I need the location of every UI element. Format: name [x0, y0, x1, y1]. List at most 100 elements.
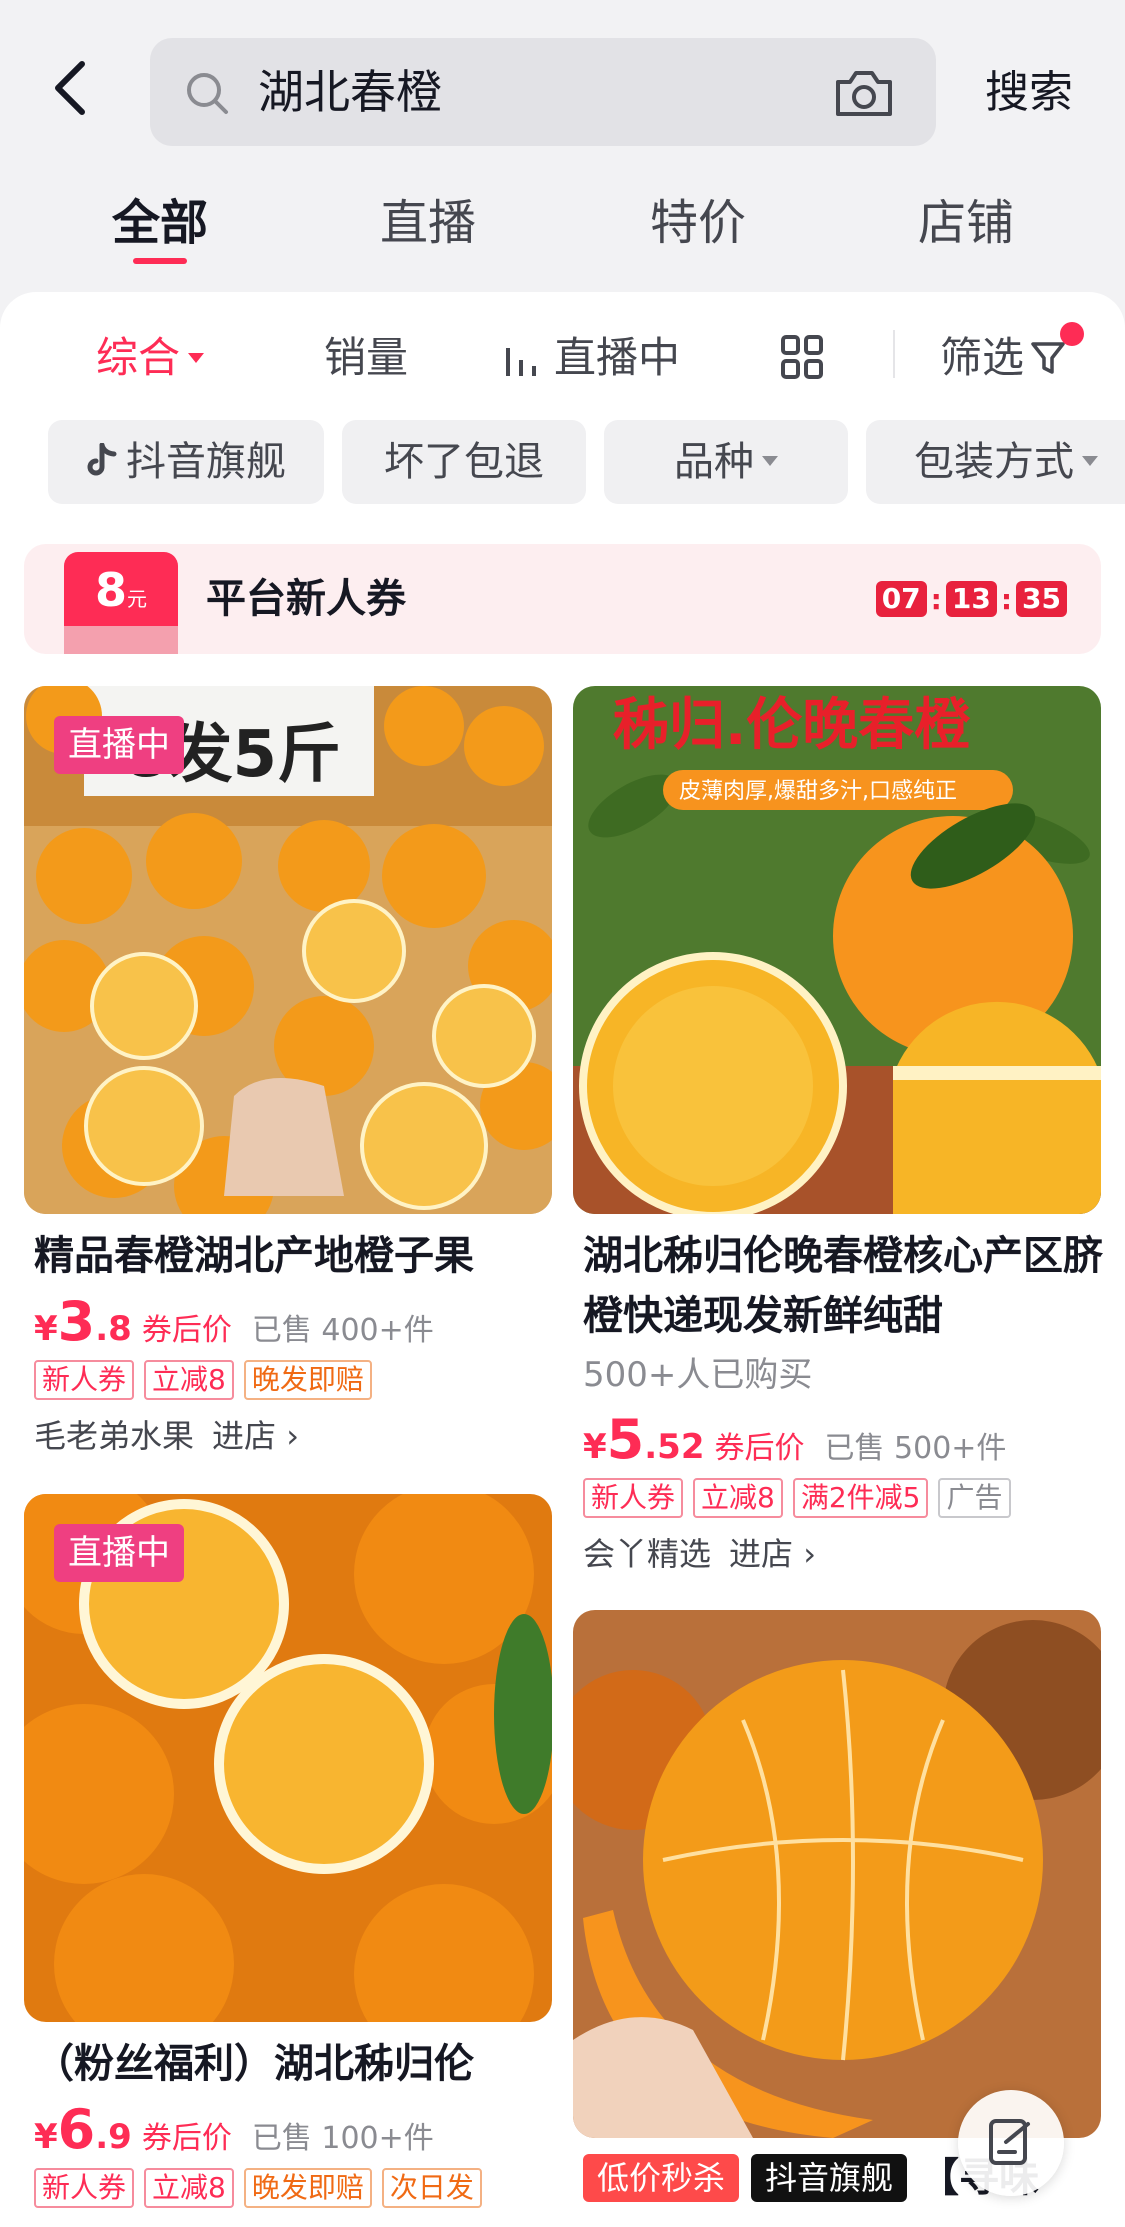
live-bars-icon	[506, 347, 536, 376]
price-note: 券后价	[141, 2121, 232, 2156]
product-photo-peeled-orange	[573, 1610, 1101, 2138]
new-user-coupon-banner[interactable]: 8元 平台新人券 07 : 13 : 35	[24, 544, 1101, 654]
sort-comprehensive-label: 综合	[96, 333, 181, 382]
price-decimal: .52	[644, 1427, 705, 1467]
product-image[interactable]: 8发5斤 直播中	[24, 686, 552, 1214]
countdown-seconds: 35	[1016, 581, 1067, 617]
tab-special-price[interactable]: 特价	[618, 190, 778, 256]
tab-shops[interactable]: 店铺	[886, 190, 1046, 256]
shop-row[interactable]: 会丫精选 进店 ›	[583, 1530, 816, 1578]
promo-flash-sale: 低价秒杀	[583, 2154, 740, 2202]
sort-live-label: 直播中	[554, 333, 681, 382]
filter-icon[interactable]	[1030, 340, 1066, 376]
sold-count: 已售 500+件	[824, 1431, 1007, 1466]
coupon-unit: 元	[127, 587, 147, 611]
sold-count: 已售 400+件	[251, 1313, 434, 1348]
price-decimal: .8	[95, 1309, 132, 1349]
product-card-2[interactable]: 秭归.伦晚春橙 皮薄肉厚,爆甜多汁,口感纯正 湖北秭归伦晚春橙核心产区脐橙快递现…	[573, 686, 1103, 1586]
sold-count: 已售 100+件	[251, 2121, 434, 2156]
product-card-1[interactable]: 8发5斤 直播中 精品春橙湖北产地橙子果 ¥3.8 券后价 已售 400+件 新人券…	[24, 686, 554, 1466]
grid-view-icon[interactable]	[780, 334, 824, 380]
badge-discount: 立减8	[144, 1360, 234, 1400]
chevron-left-icon	[55, 61, 85, 115]
notification-dot	[1060, 322, 1084, 346]
price-integer: 6	[57, 2098, 96, 2161]
caret-down-icon	[762, 456, 778, 466]
badge-new-user: 新人券	[583, 1478, 684, 1518]
category-tabs: 全部 直播 特价 店铺	[0, 180, 1125, 280]
product-image[interactable]: 秭归.伦晚春橙 皮薄肉厚,爆甜多汁,口感纯正	[573, 686, 1101, 1214]
price-currency: ¥	[34, 2117, 58, 2157]
badge-bundle-discount: 满2件减5	[792, 1478, 929, 1518]
douyin-logo-icon	[87, 443, 117, 476]
product-title: 湖北秭归伦晚春橙核心产区脐橙快递现发新鲜纯甜	[583, 1233, 1103, 1339]
product-title: 精品春橙湖北产地橙子果	[34, 1233, 474, 1279]
promo-douyin-flagship: 抖音旗舰	[751, 2154, 908, 2202]
product-card-3[interactable]: 直播中 （粉丝福利）湖北秭归伦 ¥6.9 券后价 已售 100+件 新人券 立减8 …	[24, 1494, 554, 2227]
price-note: 券后价	[141, 1313, 232, 1348]
price-note: 券后价	[714, 1431, 805, 1466]
filter-button[interactable]: 筛选	[940, 328, 1024, 388]
product-photo-orange-halves: 秭归.伦晚春橙 皮薄肉厚,爆甜多汁,口感纯正	[573, 686, 1101, 1214]
sort-divider	[893, 330, 895, 378]
price-integer: 5	[606, 1408, 645, 1471]
product-badges: 新人券 立减8 晚发即赔	[34, 1360, 382, 1402]
product-image[interactable]	[573, 1610, 1101, 2138]
shop-name: 毛老弟水果	[34, 1417, 195, 1455]
sort-sales[interactable]: 销量	[324, 328, 408, 388]
badge-new-user: 新人券	[34, 2168, 135, 2208]
badge-discount: 立减8	[693, 1478, 783, 1518]
sort-comprehensive[interactable]: 综合	[96, 328, 205, 388]
chip-variety[interactable]: 品种	[604, 420, 848, 504]
chip-packaging[interactable]: 包装方式	[866, 420, 1125, 504]
live-badge: 直播中	[54, 1524, 184, 1582]
coupon-amount: 8	[94, 563, 127, 617]
filter-chips: 抖音旗舰 坏了包退 品种 包装方式	[0, 420, 1125, 506]
chip-packaging-label: 包装方式	[914, 439, 1074, 485]
chip-douyin-flagship-label: 抖音旗舰	[126, 439, 286, 485]
tab-all[interactable]: 全部	[80, 190, 240, 256]
product-badges: 新人券 立减8 满2件减5 广告	[583, 1478, 1021, 1520]
countdown-separator: :	[1000, 582, 1013, 616]
price-row: ¥5.52 券后价 已售 500+件	[583, 1408, 1007, 1471]
coupon-countdown: 07 : 13 : 35	[875, 578, 1067, 620]
enter-shop-link[interactable]: 进店 ›	[212, 1417, 299, 1455]
badge-ad: 广告	[938, 1478, 1011, 1518]
camera-icon[interactable]	[832, 66, 896, 120]
search-button[interactable]: 搜索	[985, 62, 1073, 124]
badge-new-user: 新人券	[34, 1360, 135, 1400]
chip-bad-refund[interactable]: 坏了包退	[342, 420, 586, 504]
price-row: ¥6.9 券后价 已售 100+件	[34, 2098, 434, 2161]
countdown-minutes: 13	[945, 581, 997, 617]
countdown-hours: 07	[875, 581, 927, 617]
sort-live[interactable]: 直播中	[504, 328, 680, 388]
sort-bar: 综合 销量 直播中 筛选	[0, 292, 1125, 422]
product-photo-title-text: 秭归.伦晚春橙	[613, 693, 971, 758]
search-header: 湖北春橙 搜索	[0, 0, 1125, 160]
search-query-text: 湖北春橙	[258, 65, 442, 119]
caret-down-icon	[1082, 456, 1098, 466]
active-tab-indicator	[133, 258, 187, 264]
price-currency: ¥	[583, 1427, 607, 1467]
product-image[interactable]: 直播中	[24, 1494, 552, 2022]
chip-variety-label: 品种	[674, 439, 754, 485]
search-input[interactable]: 湖北春橙	[150, 38, 936, 146]
enter-shop-link[interactable]: 进店 ›	[729, 1535, 816, 1573]
back-button[interactable]	[50, 58, 110, 130]
edit-note-icon	[989, 2119, 1030, 2165]
coupon-amount-tag: 8元	[64, 552, 178, 654]
product-title: （粉丝福利）湖北秭归伦	[34, 2041, 474, 2087]
shop-row[interactable]: 毛老弟水果 进店 ›	[34, 1412, 299, 1460]
price-integer: 3	[57, 1290, 96, 1353]
buyers-count: 500+人已购买	[583, 1355, 813, 1395]
coupon-title: 平台新人券	[206, 576, 406, 622]
search-icon	[187, 73, 228, 114]
chip-douyin-flagship[interactable]: 抖音旗舰	[48, 420, 324, 504]
tab-live[interactable]: 直播	[348, 190, 508, 256]
price-decimal: .9	[95, 2117, 132, 2157]
badge-discount: 立减8	[144, 2168, 234, 2208]
feedback-button[interactable]	[958, 2090, 1064, 2196]
badge-late-compensation: 晚发即赔	[243, 2168, 372, 2208]
shop-name: 会丫精选	[583, 1535, 712, 1573]
badge-late-compensation: 晚发即赔	[243, 1360, 372, 1400]
